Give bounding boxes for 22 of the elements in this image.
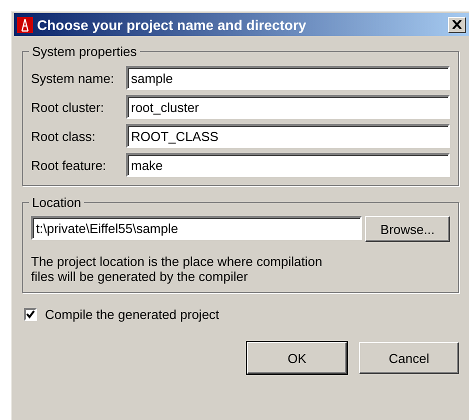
ok-button[interactable]: OK	[247, 342, 347, 374]
group-title: Location	[31, 195, 82, 210]
input-field[interactable]: make	[126, 153, 450, 177]
checkbox-label: Compile the generated project	[45, 307, 220, 322]
checkmark-icon	[26, 310, 35, 319]
field-label: Root class:	[31, 128, 96, 144]
window-title: Choose your project name and directory	[37, 16, 308, 32]
tower-icon	[17, 16, 33, 32]
input-field[interactable]: ROOT_CLASS	[126, 124, 450, 148]
path-field[interactable]: t:\private\Eiffel55\sample	[31, 216, 362, 240]
group-title: System properties	[31, 44, 138, 59]
location-note: The project location is the place where compilation files will be generated by the compiler	[31, 254, 324, 284]
checkbox[interactable]	[24, 308, 37, 321]
cancel-button[interactable]: Cancel	[359, 342, 459, 374]
browse-button[interactable]: Browse...	[365, 216, 450, 242]
close-button[interactable]	[448, 16, 466, 32]
field-label: Root feature:	[31, 158, 108, 172]
input-field[interactable]: sample	[126, 66, 450, 90]
close-icon	[452, 20, 462, 29]
field-label: Root cluster:	[31, 100, 105, 114]
field-label: System name:	[31, 70, 116, 86]
input-field[interactable]: root_cluster	[126, 95, 450, 119]
